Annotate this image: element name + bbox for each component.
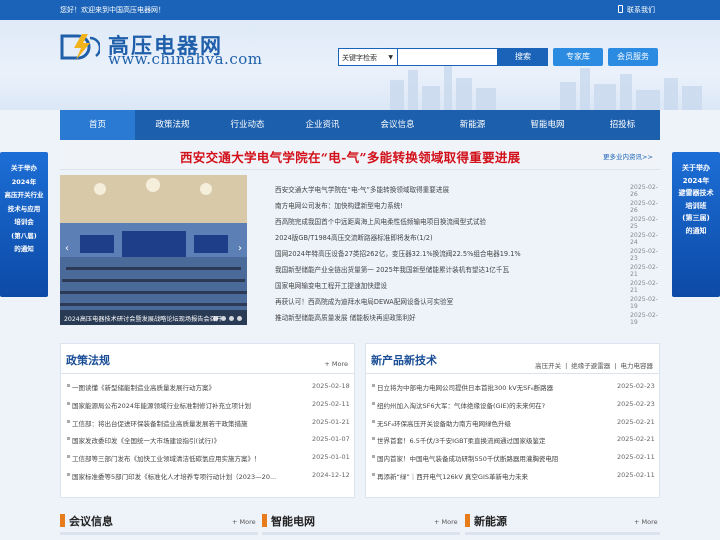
new-product-box: 新产品新技术 高压开关 | 绝缘子避雷器 | 电力电容器 日立将为中部电力电网公司提供日… bbox=[365, 343, 660, 498]
nav-new-energy[interactable]: 新能源 bbox=[435, 110, 510, 140]
headline-title[interactable]: 西安交通大学电气学院在“电-气”多能转换领域取得重要进展 bbox=[180, 147, 520, 166]
search-button[interactable]: 搜索 bbox=[498, 48, 548, 66]
policy-box-header: 政策法规 + More bbox=[61, 344, 354, 374]
slider-dot[interactable] bbox=[229, 316, 234, 321]
list-item[interactable]: 2024版GB/T1984高压交流断路器标准即将发布(1/2) 2025-02-2… bbox=[270, 229, 660, 246]
conference-section: 会议信息 + More bbox=[60, 510, 258, 540]
list-item[interactable]: 国家标准委等5部门印发《标准化人才培养专项行动计划（2023—20... 2024… bbox=[61, 469, 354, 487]
tab-capacitor[interactable]: 电力电容器 bbox=[621, 362, 654, 370]
new-energy-section-title: 新能源 bbox=[474, 515, 507, 528]
right-float-banner[interactable]: 关于举办 2024年 避雷器技术 培训班 (第三届) 的通知 bbox=[672, 152, 720, 297]
logo-domain-text[interactable]: www.chinahva.com bbox=[108, 50, 262, 68]
left-float-banner[interactable]: 关于举办 2024年 高压开关行业 技术与应用 培训会 (第八届) 的通知 bbox=[0, 152, 48, 297]
nav-policy[interactable]: 政策法规 bbox=[135, 110, 210, 140]
policy-box-title: 政策法规 bbox=[66, 354, 110, 367]
slider-dots bbox=[210, 314, 242, 323]
news-list: 西安交通大学电气学院在“电-气”多能转换领域取得重要进展 2025-02-26 南… bbox=[270, 181, 660, 326]
nav-smart-grid[interactable]: 智能电网 bbox=[510, 110, 585, 140]
list-item[interactable]: 工信部等三部门发布《加快工业领域清洁低碳氢应用实施方案》！ 2025-01-01 bbox=[61, 451, 354, 469]
policy-box: 政策法规 + More 一图读懂《新型储能制造业高质量发展行动方案》 2025-0… bbox=[60, 343, 355, 498]
photo-slider[interactable]: ‹ › 2024高压电器技术研讨会暨发展战略论坛现场报告会召开 bbox=[60, 175, 247, 325]
conference-more-link[interactable]: + More bbox=[232, 518, 256, 526]
new-energy-more-link[interactable]: + More bbox=[634, 518, 658, 526]
expert-library-button[interactable]: 专家库 bbox=[553, 48, 603, 66]
new-energy-section: 新能源 + More bbox=[465, 510, 660, 540]
product-tabs: 高压开关 | 绝缘子避雷器 | 电力电容器 bbox=[535, 362, 654, 370]
list-item[interactable]: 一图读懂《新型储能制造业高质量发展行动方案》 2025-02-18 bbox=[61, 380, 354, 398]
smart-grid-section: 智能电网 + More bbox=[262, 510, 460, 540]
list-item[interactable]: 西安交通大学电气学院在“电-气”多能转换领域取得重要进展 2025-02-26 bbox=[270, 181, 660, 198]
smart-grid-more-link[interactable]: + More bbox=[434, 518, 458, 526]
search-input[interactable] bbox=[398, 48, 498, 66]
policy-more-link[interactable]: + More bbox=[324, 360, 348, 368]
tab-insulator-arrester[interactable]: 绝缘子避雷器 bbox=[571, 362, 610, 370]
list-item[interactable]: 南方电网公司发布：加快构建新型电力系统! 2025-02-26 bbox=[270, 197, 660, 214]
member-service-button[interactable]: 会员服务 bbox=[608, 48, 658, 66]
logo-icon bbox=[60, 34, 100, 60]
product-list: 日立将为中部电力电网公司提供日本首批300 kV无SF₆断路器 2025-02-2… bbox=[366, 380, 659, 487]
product-box-title: 新产品新技术 bbox=[371, 354, 437, 367]
welcome-text: 您好！欢迎来到中国高压电器网！ bbox=[60, 6, 165, 14]
list-item[interactable]: 再添新“绿”｜西开电气126kV 真空GIS革新电力未来 2025-02-11 bbox=[366, 469, 659, 487]
conference-photo bbox=[60, 175, 247, 325]
list-item[interactable]: 我国新型储能产业全链出货量第一 2025年我国新型储能累计装机有望达1亿千瓦 20… bbox=[270, 261, 660, 278]
chevron-down-icon: ▼ bbox=[388, 54, 393, 61]
conference-section-title: 会议信息 bbox=[69, 515, 113, 528]
product-box-header: 新产品新技术 高压开关 | 绝缘子避雷器 | 电力电容器 bbox=[366, 344, 659, 374]
nav-bidding[interactable]: 招投标 bbox=[585, 110, 660, 140]
list-item[interactable]: 无SF₆环保高压开关设备助力南方电网绿色升级 2025-02-21 bbox=[366, 416, 659, 434]
list-item[interactable]: 再获认可！西高院成为迪拜水电局DEWA配网设备认可实验室 2025-02-19 bbox=[270, 293, 660, 310]
policy-list: 一图读懂《新型储能制造业高质量发展行动方案》 2025-02-18 国家能源局公布… bbox=[61, 380, 354, 487]
list-item[interactable]: 国家发改委印发《全国统一大市场建设指引(试行)》 2025-01-07 bbox=[61, 433, 354, 451]
search-type-select[interactable]: 关键字检索 ▼ bbox=[338, 48, 398, 66]
top-bar: 您好！欢迎来到中国高压电器网！ 联系我们 bbox=[0, 0, 720, 20]
list-item[interactable]: 工信部：将出台促进环保装备制造业高质量发展若干政策措施 2025-01-21 bbox=[61, 416, 354, 434]
nav-home[interactable]: 首页 bbox=[60, 110, 135, 140]
list-item[interactable]: 日立将为中部电力电网公司提供日本首批300 kV无SF₆断路器 2025-02-2… bbox=[366, 380, 659, 398]
list-item[interactable]: 世界首套！6.5千伏/3千安IGBT柔直换流阀通过国家级鉴定 2025-02-21 bbox=[366, 433, 659, 451]
phone-icon bbox=[618, 5, 623, 13]
nav-industry-news[interactable]: 行业动态 bbox=[210, 110, 285, 140]
list-item[interactable]: 西高院完成我国首个中远距离海上风电柔性低频输电项目换流阀型式试验 2025-02-… bbox=[270, 213, 660, 230]
list-item[interactable]: 国网2024年特高压设备27类招262亿，变压器32.1%换流阀22.5%组合电… bbox=[270, 245, 660, 262]
skyline-decoration bbox=[390, 64, 702, 110]
list-item[interactable]: 纽约州加入淘汰SF6大军：气体绝缘设备(GIE)的未来何在? 2025-02-23 bbox=[366, 398, 659, 416]
nav-conference[interactable]: 会议信息 bbox=[360, 110, 435, 140]
main-nav: 首页 政策法规 行业动态 企业资讯 会议信息 新能源 智能电网 招投标 bbox=[60, 110, 660, 140]
header: 高压电器网 www.chinahva.com 关键字检索 ▼ 搜索 专家库 会员服… bbox=[0, 20, 720, 110]
list-item[interactable]: 国家能源局公布2024年能源领域行业标准制修订补充立项计划 2025-02-11 bbox=[61, 398, 354, 416]
contact-link[interactable]: 联系我们 bbox=[618, 5, 655, 15]
more-news-link[interactable]: 更多业内资讯>> bbox=[603, 151, 653, 161]
smart-grid-section-title: 智能电网 bbox=[271, 515, 315, 528]
list-item[interactable]: 推动新型储能高质量发展 储能板块再迎政策利好 2025-02-19 bbox=[270, 309, 660, 326]
slider-dot[interactable] bbox=[221, 316, 226, 321]
slider-prev-icon[interactable]: ‹ bbox=[62, 241, 72, 257]
slider-dot[interactable] bbox=[213, 316, 218, 321]
slider-next-icon[interactable]: › bbox=[235, 241, 245, 257]
list-item[interactable]: 国家电网输变电工程开工提速加快建设 2025-02-21 bbox=[270, 277, 660, 294]
headline-banner: 西安交通大学电气学院在“电-气”多能转换领域取得重要进展 更多业内资讯>> bbox=[60, 140, 660, 170]
tab-high-voltage-switch[interactable]: 高压开关 bbox=[535, 362, 561, 370]
list-item[interactable]: 国内首家！中国电气装备成功研制550千伏断路器用灌胸瓷电阻 2025-02-11 bbox=[366, 451, 659, 469]
nav-company-news[interactable]: 企业资讯 bbox=[285, 110, 360, 140]
slider-dot[interactable] bbox=[237, 316, 242, 321]
